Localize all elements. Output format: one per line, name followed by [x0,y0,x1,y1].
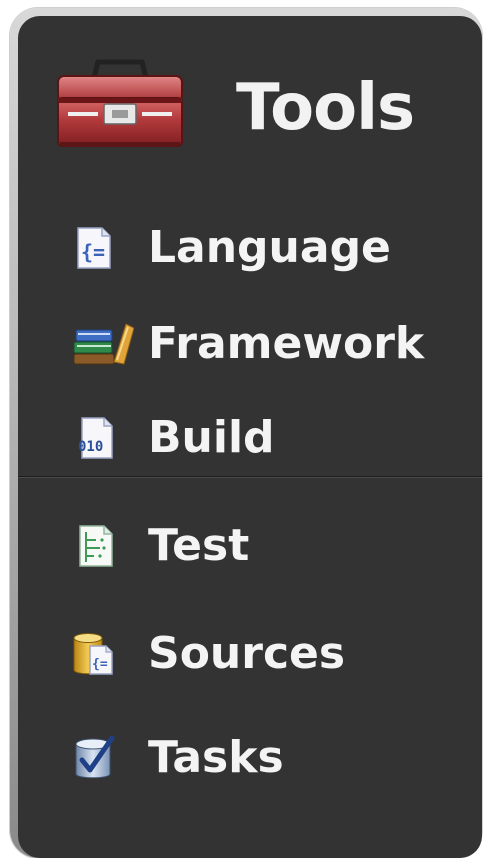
svg-text:010: 010 [78,439,103,455]
books-icon [73,323,134,365]
menu-item-label: Language [148,222,391,273]
menu-divider [18,476,482,477]
menu-item-build[interactable]: 010 Build [18,396,482,476]
menu-item-label: Test [148,520,250,571]
binary-document-icon: 010 [78,417,113,459]
menu-item-label: Sources [148,628,346,679]
panel-header: Tools [18,16,482,196]
svg-text:{=: {= [81,240,105,264]
panel-title: Tools [236,71,415,145]
tools-panel: Tools {= Language Framework 010 Build Te… [18,16,482,858]
menu-item-language[interactable]: {= Language [18,206,482,286]
menu-item-tasks[interactable]: Tasks [18,716,482,796]
menu-item-label: Tasks [148,732,284,783]
menu-item-test[interactable]: Test [18,504,482,584]
curly-brace-document-icon: {= [77,227,111,269]
menu-item-label: Framework [148,318,425,369]
task-checklist-icon [75,736,115,779]
svg-text:{=: {= [92,657,108,672]
source-database-icon: {= [73,633,113,675]
test-list-document-icon [79,525,113,567]
toolbox-icon [57,59,183,147]
menu-item-label: Build [148,412,275,463]
menu-item-framework[interactable]: Framework [18,302,482,382]
menu-item-sources[interactable]: {= Sources [18,612,482,692]
